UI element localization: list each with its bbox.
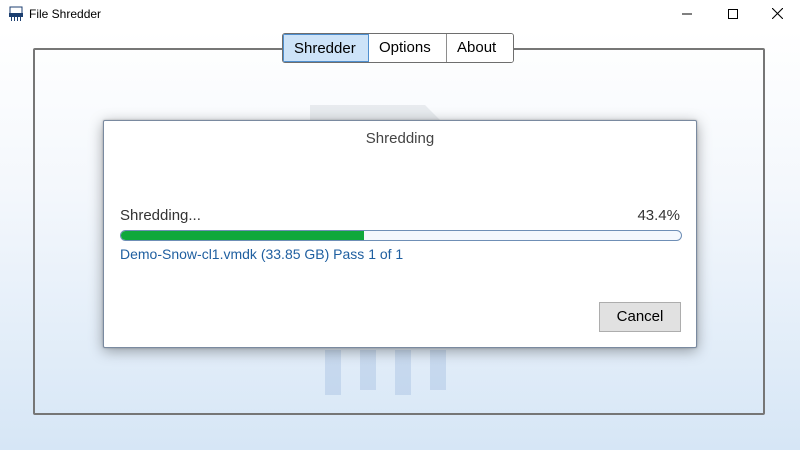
shredder-app-icon bbox=[8, 6, 24, 22]
file-info: Demo-Snow-cl1.vmdk (33.85 GB) Pass 1 of … bbox=[120, 246, 404, 262]
tab-bar: Shredder Options About bbox=[282, 33, 514, 63]
close-icon bbox=[771, 6, 783, 24]
file-shredder-window: File Shredder Shredder Options About Shr… bbox=[0, 0, 800, 450]
close-button[interactable] bbox=[754, 0, 800, 30]
title-bar[interactable]: File Shredder bbox=[0, 0, 800, 30]
dialog-title: Shredding bbox=[365, 130, 435, 147]
window-title: File Shredder bbox=[29, 7, 102, 21]
maximize-button[interactable] bbox=[710, 0, 756, 30]
minimize-icon bbox=[682, 6, 692, 24]
status-text: Shredding... bbox=[120, 207, 201, 224]
tab-options[interactable]: Options bbox=[369, 34, 447, 62]
cancel-button[interactable]: Cancel bbox=[599, 302, 681, 332]
minimize-button[interactable] bbox=[664, 0, 710, 30]
progress-percent: 43.4% bbox=[637, 207, 680, 224]
progress-bar bbox=[120, 230, 682, 241]
shredding-dialog: Shredding Shredding... 43.4% Demo-Snow-c… bbox=[103, 120, 697, 348]
maximize-icon bbox=[728, 6, 738, 24]
tab-about[interactable]: About bbox=[447, 34, 513, 62]
tab-shredder[interactable]: Shredder bbox=[283, 34, 369, 62]
progress-fill bbox=[121, 231, 365, 240]
